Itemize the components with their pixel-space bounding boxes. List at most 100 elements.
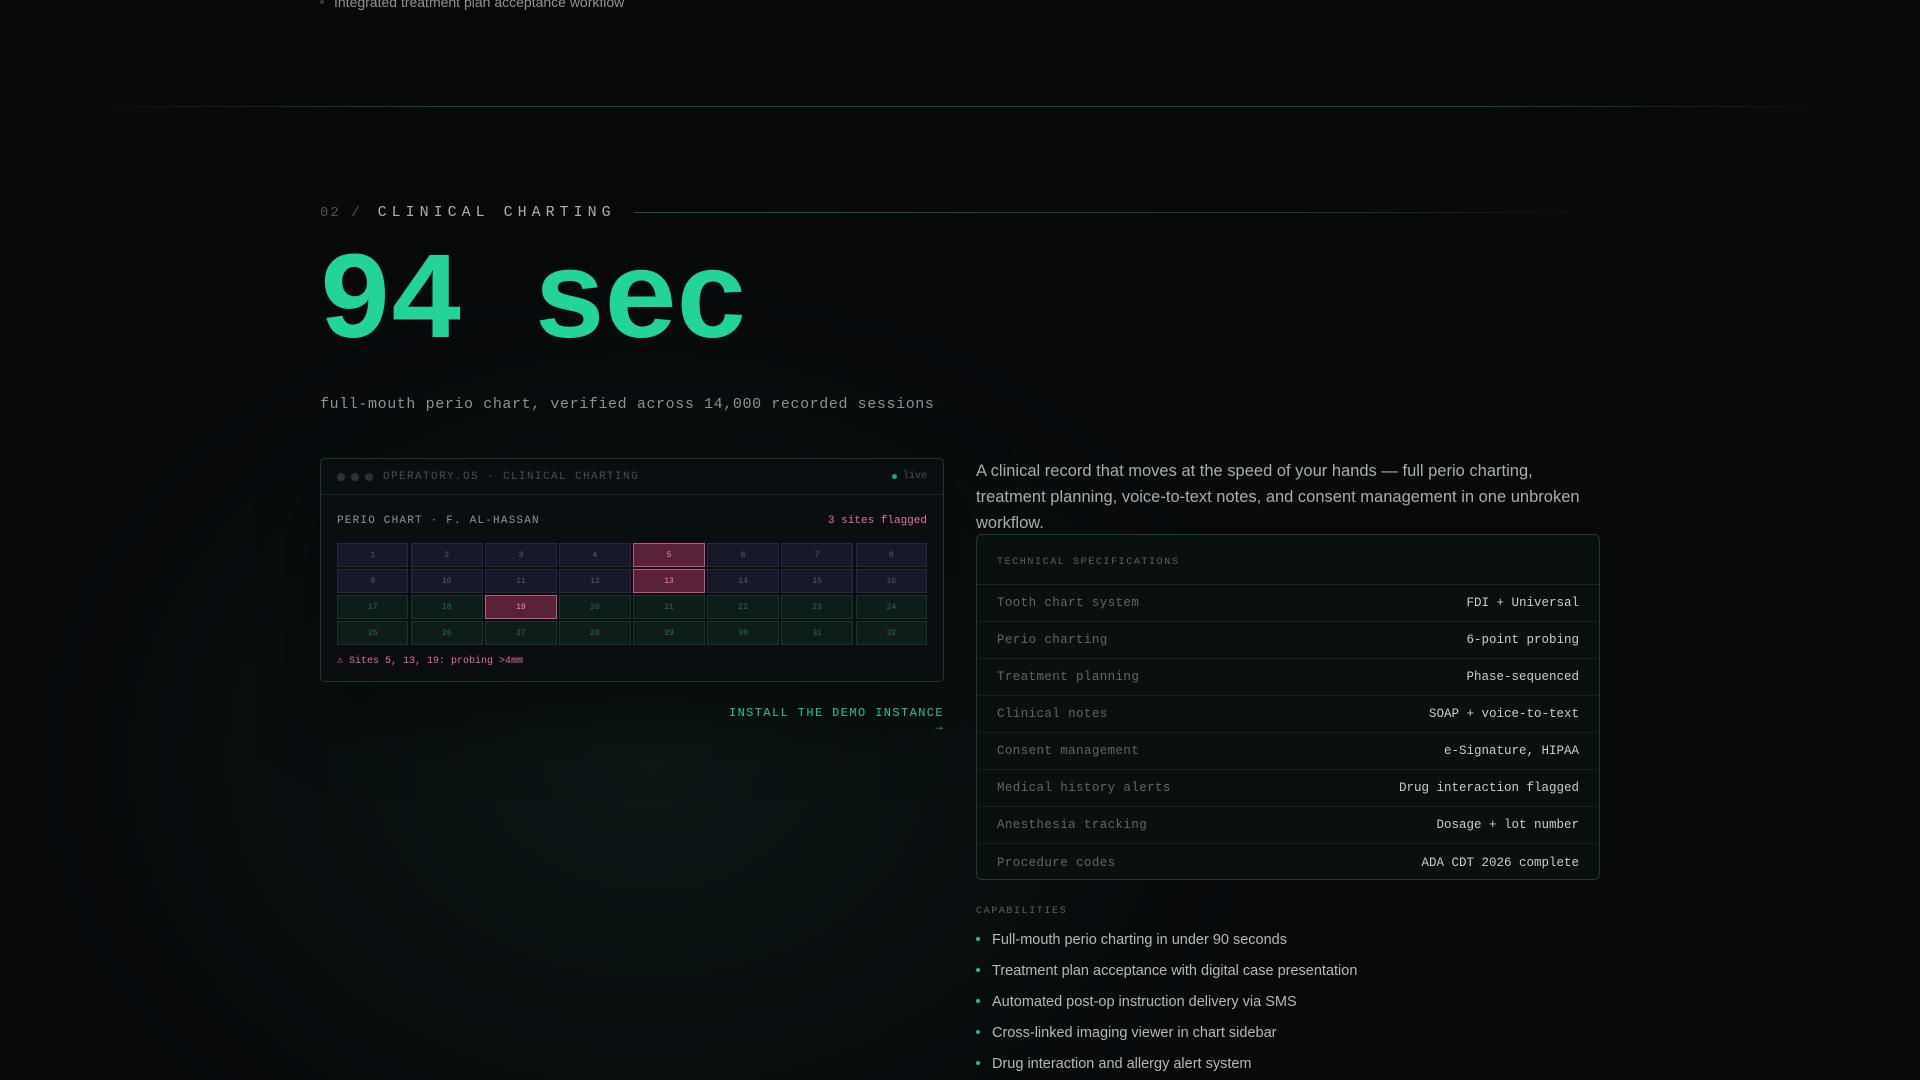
window-minimize-dot-icon: [351, 472, 359, 481]
tooth-cell[interactable]: 28: [559, 621, 631, 645]
live-indicator-icon: [891, 474, 897, 479]
window-titlebar: OPERATORY.OS · CLINICAL CHARTING live: [321, 459, 943, 495]
spec-row: Tooth chart system FDI + Universal: [977, 585, 1599, 622]
tooth-cell[interactable]: 6: [707, 543, 779, 567]
section-eyebrow: 02 / CLINICAL CHARTING: [320, 204, 1600, 221]
tooth-cell[interactable]: 11: [485, 569, 557, 593]
tooth-cell[interactable]: 15: [781, 569, 853, 593]
window-maximize-dot-icon: [365, 472, 373, 481]
specs-heading: TECHNICAL SPECIFICATIONS: [977, 535, 1599, 585]
bullet-icon: [976, 968, 980, 972]
spec-row: Consent management e-Signature, HIPAA: [977, 733, 1599, 770]
capabilities-list: Full-mouth perio charting in under 90 se…: [976, 932, 1357, 1080]
spec-value: Dosage + lot number: [1436, 818, 1579, 832]
hero-stat: 94 sec: [318, 235, 749, 375]
tooth-cell[interactable]: 27: [485, 621, 557, 645]
window-body: PERIO CHART · F. AL-HASSAN 3 sites flagg…: [321, 495, 943, 667]
perio-chart-title: PERIO CHART · F. AL-HASSAN: [337, 515, 540, 527]
install-demo-link[interactable]: INSTALL THE DEMO INSTANCE →: [717, 706, 944, 734]
tooth-cell[interactable]: 9: [337, 569, 409, 593]
specs-table: Tooth chart system FDI + Universal Perio c…: [977, 585, 1599, 881]
spec-label: Anesthesia tracking: [997, 818, 1148, 832]
spec-row: Clinical notes SOAP + voice-to-text: [977, 696, 1599, 733]
tooth-cell[interactable]: 21: [633, 595, 705, 619]
capability-item: Automated post-op instruction delivery v…: [976, 994, 1357, 1025]
capability-text: Automated post-op instruction delivery v…: [992, 994, 1297, 1010]
tooth-cell[interactable]: 13: [633, 569, 705, 593]
tooth-grid: 1 2 3 4 5 6 7 8 9 10 11 12 13 14 15 16 17 18 19 20 21 22 23 24 2…: [337, 543, 927, 645]
eyebrow-rule: [633, 212, 1600, 213]
previous-section-tail: Integrated treatment plan acceptance wor…: [320, 0, 624, 10]
tooth-cell[interactable]: 7: [781, 543, 853, 567]
bullet-icon: [976, 1061, 980, 1065]
hero-subtitle: full-mouth perio chart, verified across …: [320, 396, 935, 413]
spec-value: SOAP + voice-to-text: [1428, 707, 1579, 721]
tooth-cell[interactable]: 31: [781, 621, 853, 645]
previous-section-text: Integrated treatment plan acceptance wor…: [334, 0, 625, 10]
bullet-dot-icon: [320, 0, 324, 4]
spec-label: Tooth chart system: [997, 596, 1140, 610]
tooth-cell[interactable]: 10: [411, 569, 483, 593]
capability-item: Cross-linked imaging viewer in chart sid…: [976, 1025, 1357, 1056]
spec-value: FDI + Universal: [1466, 596, 1579, 610]
tooth-cell[interactable]: 32: [855, 621, 927, 645]
perio-chart-header: PERIO CHART · F. AL-HASSAN 3 sites flagg…: [337, 495, 927, 543]
section-label: CLINICAL CHARTING: [377, 204, 616, 221]
technical-specs-card: TECHNICAL SPECIFICATIONS Tooth chart sys…: [976, 534, 1600, 880]
spec-value: e-Signature, HIPAA: [1443, 744, 1579, 758]
spec-value: Drug interaction flagged: [1398, 781, 1579, 795]
window-title: OPERATORY.OS · CLINICAL CHARTING: [383, 470, 640, 483]
capability-text: Full-mouth perio charting in under 90 se…: [992, 932, 1287, 948]
spec-row: Anesthesia tracking Dosage + lot number: [977, 807, 1599, 844]
flag-summary: 3 sites flagged: [827, 515, 927, 527]
tooth-cell[interactable]: 20: [559, 595, 631, 619]
bullet-icon: [976, 1030, 980, 1034]
tooth-cell[interactable]: 14: [707, 569, 779, 593]
capability-text: Cross-linked imaging viewer in chart sid…: [992, 1025, 1277, 1041]
section-intro: A clinical record that moves at the spee…: [976, 462, 1580, 532]
app-window-preview: OPERATORY.OS · CLINICAL CHARTING live PE…: [320, 458, 944, 682]
spec-label: Perio charting: [997, 633, 1108, 647]
tooth-cell[interactable]: 3: [485, 543, 557, 567]
tooth-cell[interactable]: 22: [707, 595, 779, 619]
capability-item: Treatment plan acceptance with digital c…: [976, 963, 1357, 994]
spec-label: Clinical notes: [997, 707, 1108, 721]
spec-value: ADA CDT 2026 complete: [1421, 855, 1579, 870]
tooth-cell[interactable]: 24: [855, 595, 927, 619]
tooth-cell[interactable]: 17: [337, 595, 409, 619]
spec-row: Treatment planning Phase-sequenced: [977, 659, 1599, 696]
tooth-cell[interactable]: 12: [559, 569, 631, 593]
tooth-cell[interactable]: 23: [781, 595, 853, 619]
tooth-cell[interactable]: 5: [633, 543, 705, 567]
capability-text: Treatment plan acceptance with digital c…: [992, 963, 1358, 979]
tooth-cell[interactable]: 30: [707, 621, 779, 645]
tooth-cell[interactable]: 18: [411, 595, 483, 619]
spec-value: Phase-sequenced: [1466, 670, 1579, 684]
tooth-cell[interactable]: 2: [411, 543, 483, 567]
probing-alert: ⚠ Sites 5, 13, 19: probing >4mm: [337, 656, 524, 667]
spec-label: Consent management: [997, 744, 1140, 758]
tooth-cell[interactable]: 1: [337, 543, 409, 567]
spec-row: Procedure codes ADA CDT 2026 complete: [977, 844, 1599, 881]
live-status-label: live: [902, 471, 927, 482]
tooth-cell[interactable]: 19: [485, 595, 557, 619]
spec-row: Medical history alerts Drug interaction f…: [977, 770, 1599, 807]
tooth-cell[interactable]: 25: [337, 621, 409, 645]
spec-row: Perio charting 6-point probing: [977, 622, 1599, 659]
bullet-icon: [976, 999, 980, 1003]
section-number: 02 /: [320, 204, 362, 221]
capabilities-heading: CAPABILITIES: [976, 906, 1068, 917]
spec-label: Procedure codes: [997, 855, 1116, 870]
capability-item: Drug interaction and allergy alert syste…: [976, 1056, 1357, 1080]
tooth-cell[interactable]: 16: [855, 569, 927, 593]
live-status: live: [891, 471, 927, 482]
tooth-cell[interactable]: 4: [559, 543, 631, 567]
tooth-cell[interactable]: 8: [855, 543, 927, 567]
spec-value: 6-point probing: [1466, 633, 1579, 647]
spec-label: Treatment planning: [997, 670, 1140, 684]
tooth-cell[interactable]: 26: [411, 621, 483, 645]
capability-text: Drug interaction and allergy alert syste…: [992, 1056, 1252, 1072]
section-divider: [80, 106, 1840, 107]
tooth-cell[interactable]: 29: [633, 621, 705, 645]
capability-item: Full-mouth perio charting in under 90 se…: [976, 932, 1357, 963]
